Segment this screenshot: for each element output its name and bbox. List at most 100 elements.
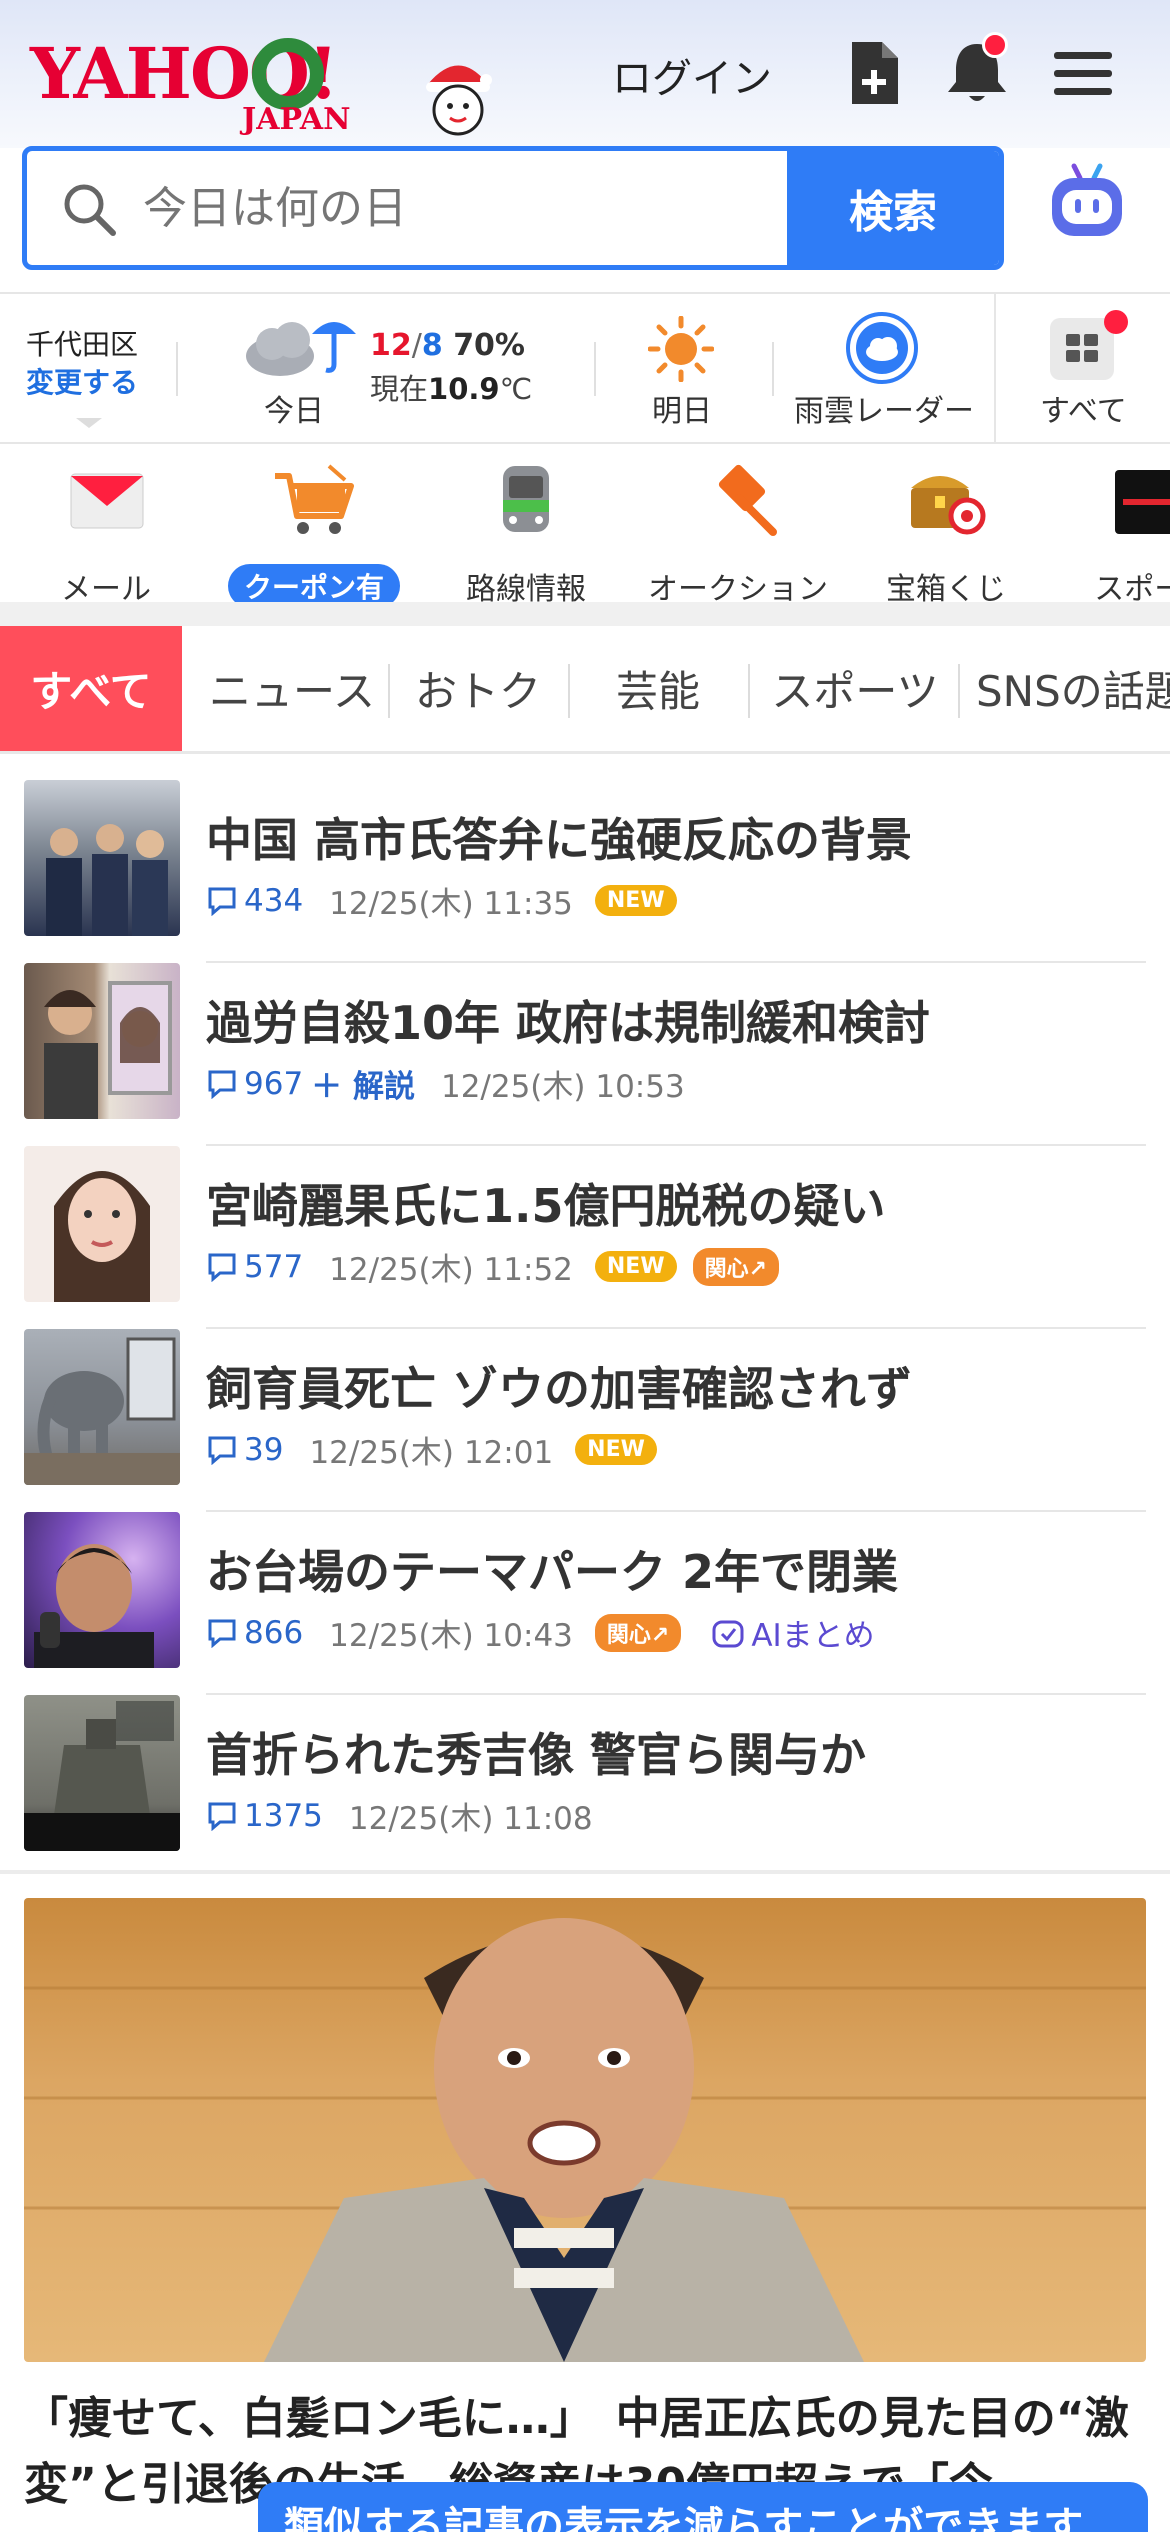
mail-icon (70, 473, 144, 529)
thumb-statue (24, 1701, 180, 1851)
comment-count[interactable]: 577 (206, 1249, 303, 1285)
comment-count[interactable]: 39 (206, 1432, 283, 1468)
weather-bar: 千代田区 変更する 今日 12/8 70% 現在10.9℃ 明日 雨雲レーダー (0, 292, 1170, 444)
service-mail[interactable]: メール (6, 462, 206, 607)
current-temp: 現在10.9℃ (370, 366, 532, 408)
feedback-toast[interactable]: 類似する記事の表示を減らすことができます (258, 2482, 1148, 2532)
comment-count[interactable]: 866 (206, 1615, 303, 1651)
cloudy-rain-icon (246, 322, 356, 376)
new-badge: NEW (575, 1434, 657, 1465)
news-title[interactable]: 飼育員死亡 ゾウの加害確認されず (206, 1353, 912, 1419)
comment-icon (208, 1802, 236, 1831)
category-tabs: すべて ニュース おトク 芸能 スポーツ SNSの話題 (0, 626, 1170, 754)
news-meta: 866 12/25(木) 10:43 関心↗ AIまとめ (206, 1610, 875, 1655)
news-date: 12/25(木) 10:53 (440, 1069, 685, 1105)
location[interactable]: 千代田区 変更する (26, 326, 138, 440)
divider (176, 342, 178, 396)
service-auction[interactable]: オークション (638, 462, 838, 607)
temp-high: 12 (370, 328, 412, 363)
all-grid-icon[interactable] (1048, 308, 1132, 380)
temp-separator: / (411, 328, 422, 363)
thumb-people (46, 824, 168, 936)
tab-deals[interactable]: おトク (390, 626, 566, 751)
search-button[interactable]: 検索 (787, 151, 999, 265)
news-meta: 577 12/25(木) 11:52 NEW 関心↗ (206, 1244, 780, 1289)
hamburger-menu-icon[interactable] (1048, 38, 1118, 108)
service-sports[interactable]: スポーツ (1054, 462, 1170, 607)
news-title[interactable]: 過労自殺10年 政府は規制緩和検討 (206, 987, 930, 1053)
tab-news[interactable]: ニュース (196, 626, 388, 751)
news-item[interactable]: 飼育員死亡 ゾウの加害確認されず 39 12/25(木) 12:01 NEW (0, 1329, 1170, 1512)
comment-count[interactable]: 1375 (206, 1798, 323, 1834)
interest-badge: 関心↗ (692, 1247, 780, 1286)
search-input[interactable] (143, 151, 803, 265)
sports-icon (1115, 470, 1170, 534)
divider (0, 1870, 1170, 1874)
feature-image[interactable] (24, 1898, 1146, 2362)
interest-badge: 関心↗ (594, 1613, 682, 1652)
news-date: 12/25(木) 11:08 (348, 1801, 593, 1837)
sun-icon[interactable] (648, 316, 714, 382)
news-title[interactable]: 宮崎麗果氏に1.5億円脱税の疑い (206, 1170, 886, 1236)
news-title[interactable]: 中国 高市氏答弁に強硬反応の背景 (206, 804, 912, 870)
login-link[interactable]: ログイン (612, 46, 772, 104)
rain-radar-label[interactable]: 雨雲レーダー (794, 386, 974, 430)
header: YAHOO! JAPAN ログイン (0, 0, 1170, 148)
tab-all[interactable]: すべて (0, 626, 182, 751)
news-item[interactable]: 過労自殺10年 政府は規制緩和検討 967 ＋ 解説 12/25(木) 10:5… (0, 963, 1170, 1146)
news-title[interactable]: お台場のテーマパーク 2年で閉業 (206, 1536, 898, 1602)
add-document-icon[interactable] (838, 38, 908, 108)
tab-sns[interactable]: SNSの話題 (960, 626, 1170, 751)
news-item[interactable]: 首折られた秀吉像 警官ら関与か 1375 12/25(木) 11:08 (0, 1695, 1170, 1878)
current-unit: ℃ (499, 372, 533, 406)
news-thumbnail (24, 1146, 180, 1302)
santa-mascot-icon (426, 65, 492, 136)
ai-summary-icon (712, 1620, 744, 1647)
thumb-portrait (44, 981, 172, 1119)
search-icon (64, 184, 116, 236)
news-item[interactable]: お台場のテーマパーク 2年で閉業 866 12/25(木) 10:43 関心↗ … (0, 1512, 1170, 1695)
service-shopping[interactable]: クーポン有 (214, 462, 414, 608)
comment-number: 39 (244, 1431, 284, 1468)
comment-icon (208, 1070, 236, 1099)
all-services-label[interactable]: すべて (1040, 386, 1127, 430)
caret-down-icon (76, 418, 102, 428)
news-date: 12/25(木) 12:01 (309, 1435, 554, 1471)
rain-radar-icon[interactable] (844, 310, 920, 386)
divider (994, 294, 996, 444)
thumb-man (34, 1544, 154, 1668)
today-label: 今日 (264, 394, 324, 429)
yahoo-japan-logo[interactable]: YAHOO! JAPAN (30, 20, 492, 140)
news-title[interactable]: 首折られた秀吉像 警官ら関与か (206, 1719, 866, 1785)
news-thumbnail (24, 1329, 180, 1485)
news-item[interactable]: 中国 高市氏答弁に強硬反応の背景 434 12/25(木) 11:35 NEW (0, 780, 1170, 963)
feature-photo-person (24, 1918, 1146, 2362)
search-bar: 検索 (22, 146, 1004, 270)
news-meta: 434 12/25(木) 11:35 NEW (206, 878, 677, 923)
comment-icon (208, 887, 236, 916)
tab-sports[interactable]: スポーツ (750, 626, 960, 751)
ai-summary-link[interactable]: AIまとめ (711, 1610, 875, 1655)
news-item[interactable]: 宮崎麗果氏に1.5億円脱税の疑い 577 12/25(木) 11:52 NEW … (0, 1146, 1170, 1329)
news-meta: 1375 12/25(木) 11:08 (206, 1793, 593, 1838)
comment-number: 866 (244, 1614, 304, 1651)
comment-count[interactable]: 434 (206, 883, 303, 919)
comment-number: 1375 (244, 1797, 323, 1834)
temperature: 12/8 70% (370, 328, 525, 363)
comment-icon (208, 1436, 236, 1465)
section-gap (0, 602, 1170, 626)
thumb-elephant (24, 1337, 180, 1485)
treasure-box-icon (911, 476, 986, 535)
christmas-wreath-icon (252, 38, 324, 110)
notification-bell[interactable] (942, 32, 1012, 108)
tab-entertainment[interactable]: 芸能 (570, 626, 746, 751)
change-location-link[interactable]: 変更する (26, 364, 138, 402)
tomorrow-label[interactable]: 明日 (652, 386, 712, 430)
service-transit[interactable]: 路線情報 (426, 462, 626, 607)
service-lottery[interactable]: 宝箱くじ (846, 462, 1046, 607)
news-thumbnail (24, 1695, 180, 1851)
comment-count[interactable]: 967 ＋ 解説 (206, 1061, 415, 1106)
news-date: 12/25(木) 11:35 (329, 886, 573, 922)
ai-assistant-icon[interactable] (1048, 162, 1126, 244)
news-thumbnail (24, 1512, 180, 1668)
